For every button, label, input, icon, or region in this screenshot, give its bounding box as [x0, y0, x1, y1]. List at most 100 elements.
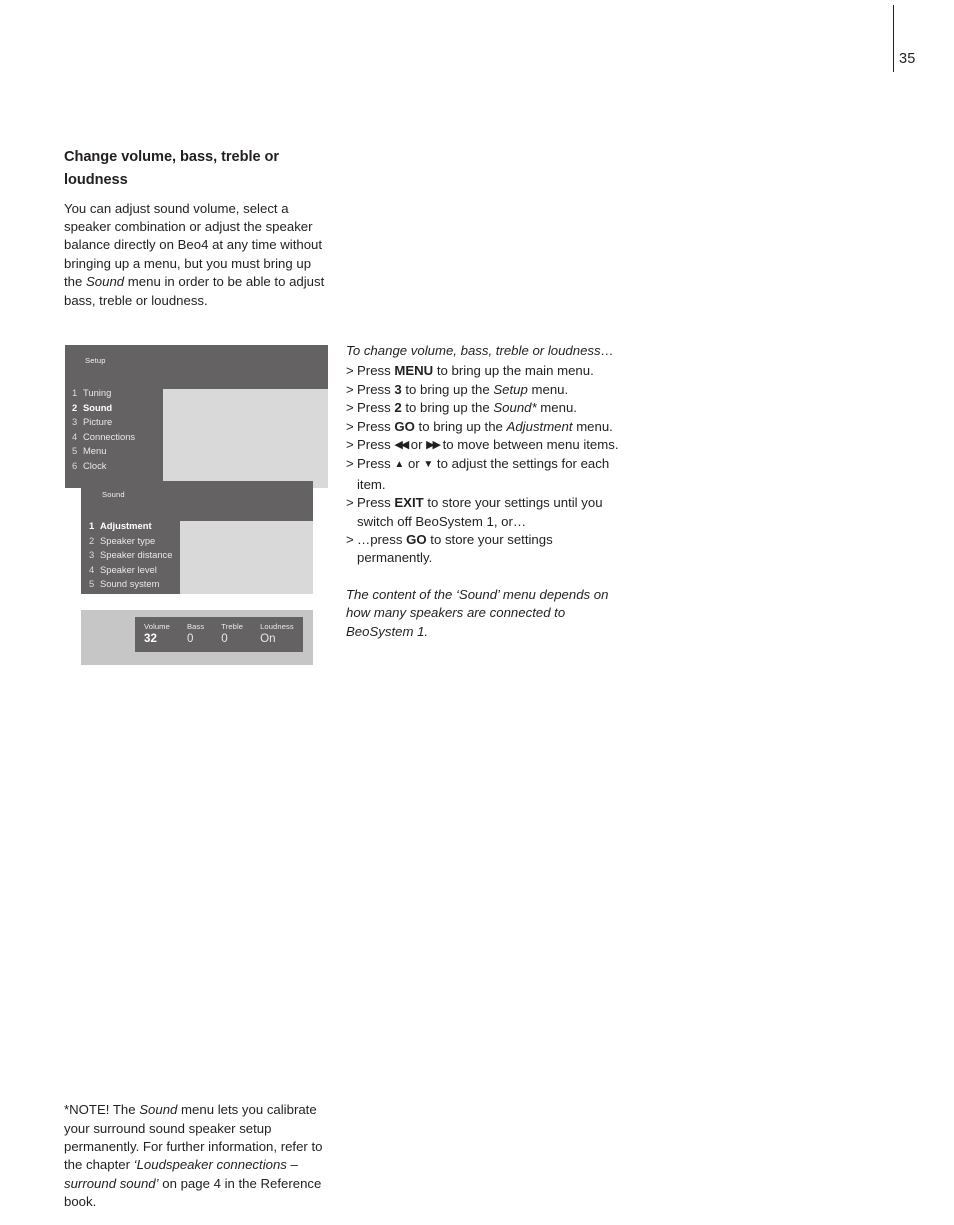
step-text: Press MENU to bring up the main menu.: [357, 362, 624, 380]
step-key: EXIT: [394, 495, 424, 511]
value-label: Volume: [144, 622, 170, 631]
item-number: 3: [72, 416, 78, 428]
sound-menu-item[interactable]: 2 Speaker type: [89, 534, 189, 549]
item-label: Speaker type: [100, 534, 156, 546]
step-marker: >: [346, 381, 354, 397]
item-number: 1: [72, 387, 78, 398]
step-key: GO: [406, 532, 427, 548]
setup-menu-title: Setup: [85, 356, 106, 365]
item-number: 2: [89, 534, 95, 546]
value-label: Treble: [221, 622, 244, 631]
step-italic: Sound*: [493, 400, 537, 416]
step-pre: Press: [357, 456, 395, 472]
sound-menu-list: 1 Adjustment 2 Speaker type 3 Speaker di…: [89, 519, 189, 592]
step-text: Press ▲ or ▼ to adjust the settings for …: [357, 455, 624, 494]
step-text: Press EXIT to store your settings until …: [357, 494, 624, 531]
arrow-up-icon: ▲: [394, 459, 405, 471]
setup-menu-item[interactable]: 1 Tuning: [72, 386, 172, 401]
instruction-step: > Press 3 to bring up the Setup menu.: [346, 381, 624, 399]
sound-menu-item[interactable]: 3 Speaker distance: [89, 548, 189, 563]
instruction-step: > Press ◀◀ or ▶▶ to move between menu it…: [346, 436, 624, 455]
sound-menu-title: Sound: [102, 490, 125, 499]
value-amount: 0: [221, 632, 228, 645]
step-mid: or: [407, 437, 427, 453]
value-cell-loudness[interactable]: Loudness On: [260, 622, 294, 646]
step-marker: >: [346, 418, 354, 434]
setup-menu-list: 1 Tuning 2 Sound 3 Picture 4 Connections…: [72, 386, 172, 474]
step-key: GO: [394, 418, 415, 434]
footnote-part-1: *NOTE! The: [64, 1102, 140, 1118]
step-post: to bring up the: [401, 381, 494, 397]
value-cell-treble[interactable]: Treble 0: [221, 622, 243, 646]
item-label: Sound system: [100, 578, 160, 590]
sound-menu-item[interactable]: 4 Speaker level: [89, 563, 189, 578]
menu-caption: The content of the ‘Sound’ menu depends …: [346, 586, 609, 639]
step-marker: >: [346, 363, 354, 379]
instruction-step: > Press MENU to bring up the main menu.: [346, 362, 624, 380]
item-number: 3: [89, 549, 95, 561]
value-amount: 0: [186, 632, 194, 645]
step-marker: >: [346, 456, 354, 472]
step-tail: menu.: [527, 381, 569, 397]
step-key: MENU: [394, 363, 434, 379]
step-italic: Setup: [493, 381, 528, 397]
setup-menu-item[interactable]: 2 Sound: [72, 401, 172, 416]
adjustment-value-bar: Volume 32 Bass 0 Treble 0 Loudness On: [135, 617, 303, 652]
item-number: 2: [72, 401, 78, 413]
value-amount: 32: [144, 632, 157, 645]
item-label: Sound: [83, 401, 113, 413]
step-pre: Press: [357, 400, 395, 416]
item-label: Adjustment: [100, 520, 152, 531]
step-key: 3: [394, 381, 402, 397]
item-label: Menu: [83, 445, 107, 457]
step-post: to bring up the: [401, 400, 494, 416]
step-marker: >: [346, 495, 354, 511]
step-text: Press 2 to bring up the Sound* menu.: [357, 399, 624, 417]
setup-menu-item[interactable]: 3 Picture: [72, 415, 172, 430]
step-tail: menu.: [536, 400, 577, 416]
item-label: Clock: [83, 459, 107, 471]
step-pre: Press: [357, 363, 395, 379]
step-marker: >: [346, 532, 354, 548]
value-cell-volume[interactable]: Volume 32: [144, 622, 170, 646]
step-pre: Press: [357, 418, 395, 434]
item-label: Tuning: [83, 387, 112, 398]
value-label: Bass: [186, 622, 205, 631]
step-pre: …press: [357, 532, 407, 548]
instruction-step: > Press EXIT to store your settings unti…: [346, 494, 624, 531]
value-cell-bass[interactable]: Bass 0: [187, 622, 204, 646]
fast-forward-icon: ▶▶: [426, 439, 441, 452]
step-marker: >: [346, 437, 354, 453]
rewind-icon: ◀◀: [394, 439, 409, 452]
step-mid: or: [404, 456, 424, 472]
instruction-step: > Press GO to bring up the Adjustment me…: [346, 418, 624, 436]
step-text: Press ◀◀ or ▶▶ to move between menu item…: [357, 436, 624, 455]
setup-menu-item[interactable]: 5 Menu: [72, 444, 172, 459]
step-text: Press 3 to bring up the Setup menu.: [357, 381, 624, 399]
sound-menu-item[interactable]: 1 Adjustment: [89, 519, 189, 534]
item-label: Speaker level: [100, 563, 157, 575]
step-post: to bring up the: [414, 418, 507, 434]
item-number: 4: [89, 563, 95, 575]
item-label: Speaker distance: [100, 549, 173, 561]
item-number: 5: [72, 445, 78, 457]
step-text: Press GO to bring up the Adjustment menu…: [357, 418, 624, 436]
step-tail: menu.: [572, 418, 613, 434]
step-key: 2: [394, 400, 402, 416]
step-pre: Press: [357, 381, 395, 397]
item-number: 6: [72, 459, 78, 471]
sound-menu-item[interactable]: 5 Sound system: [89, 577, 189, 592]
footnote-italic-sound: Sound: [139, 1102, 178, 1118]
step-post: to bring up the main menu.: [433, 363, 594, 379]
footnote-note: *NOTE! The Sound menu lets you calibrate…: [64, 1101, 334, 1211]
item-number: 5: [89, 578, 95, 590]
sound-menu-content-area: [180, 521, 313, 594]
instruction-step: > …press GO to store your settings perma…: [346, 531, 624, 568]
step-italic: Adjustment: [506, 418, 573, 434]
setup-menu-item[interactable]: 6 Clock: [72, 459, 172, 474]
setup-menu-item[interactable]: 4 Connections: [72, 430, 172, 445]
item-number: 4: [72, 430, 78, 442]
item-label: Connections: [83, 430, 136, 442]
instruction-step: > Press ▲ or ▼ to adjust the settings fo…: [346, 455, 624, 494]
value-amount: On: [260, 632, 276, 645]
